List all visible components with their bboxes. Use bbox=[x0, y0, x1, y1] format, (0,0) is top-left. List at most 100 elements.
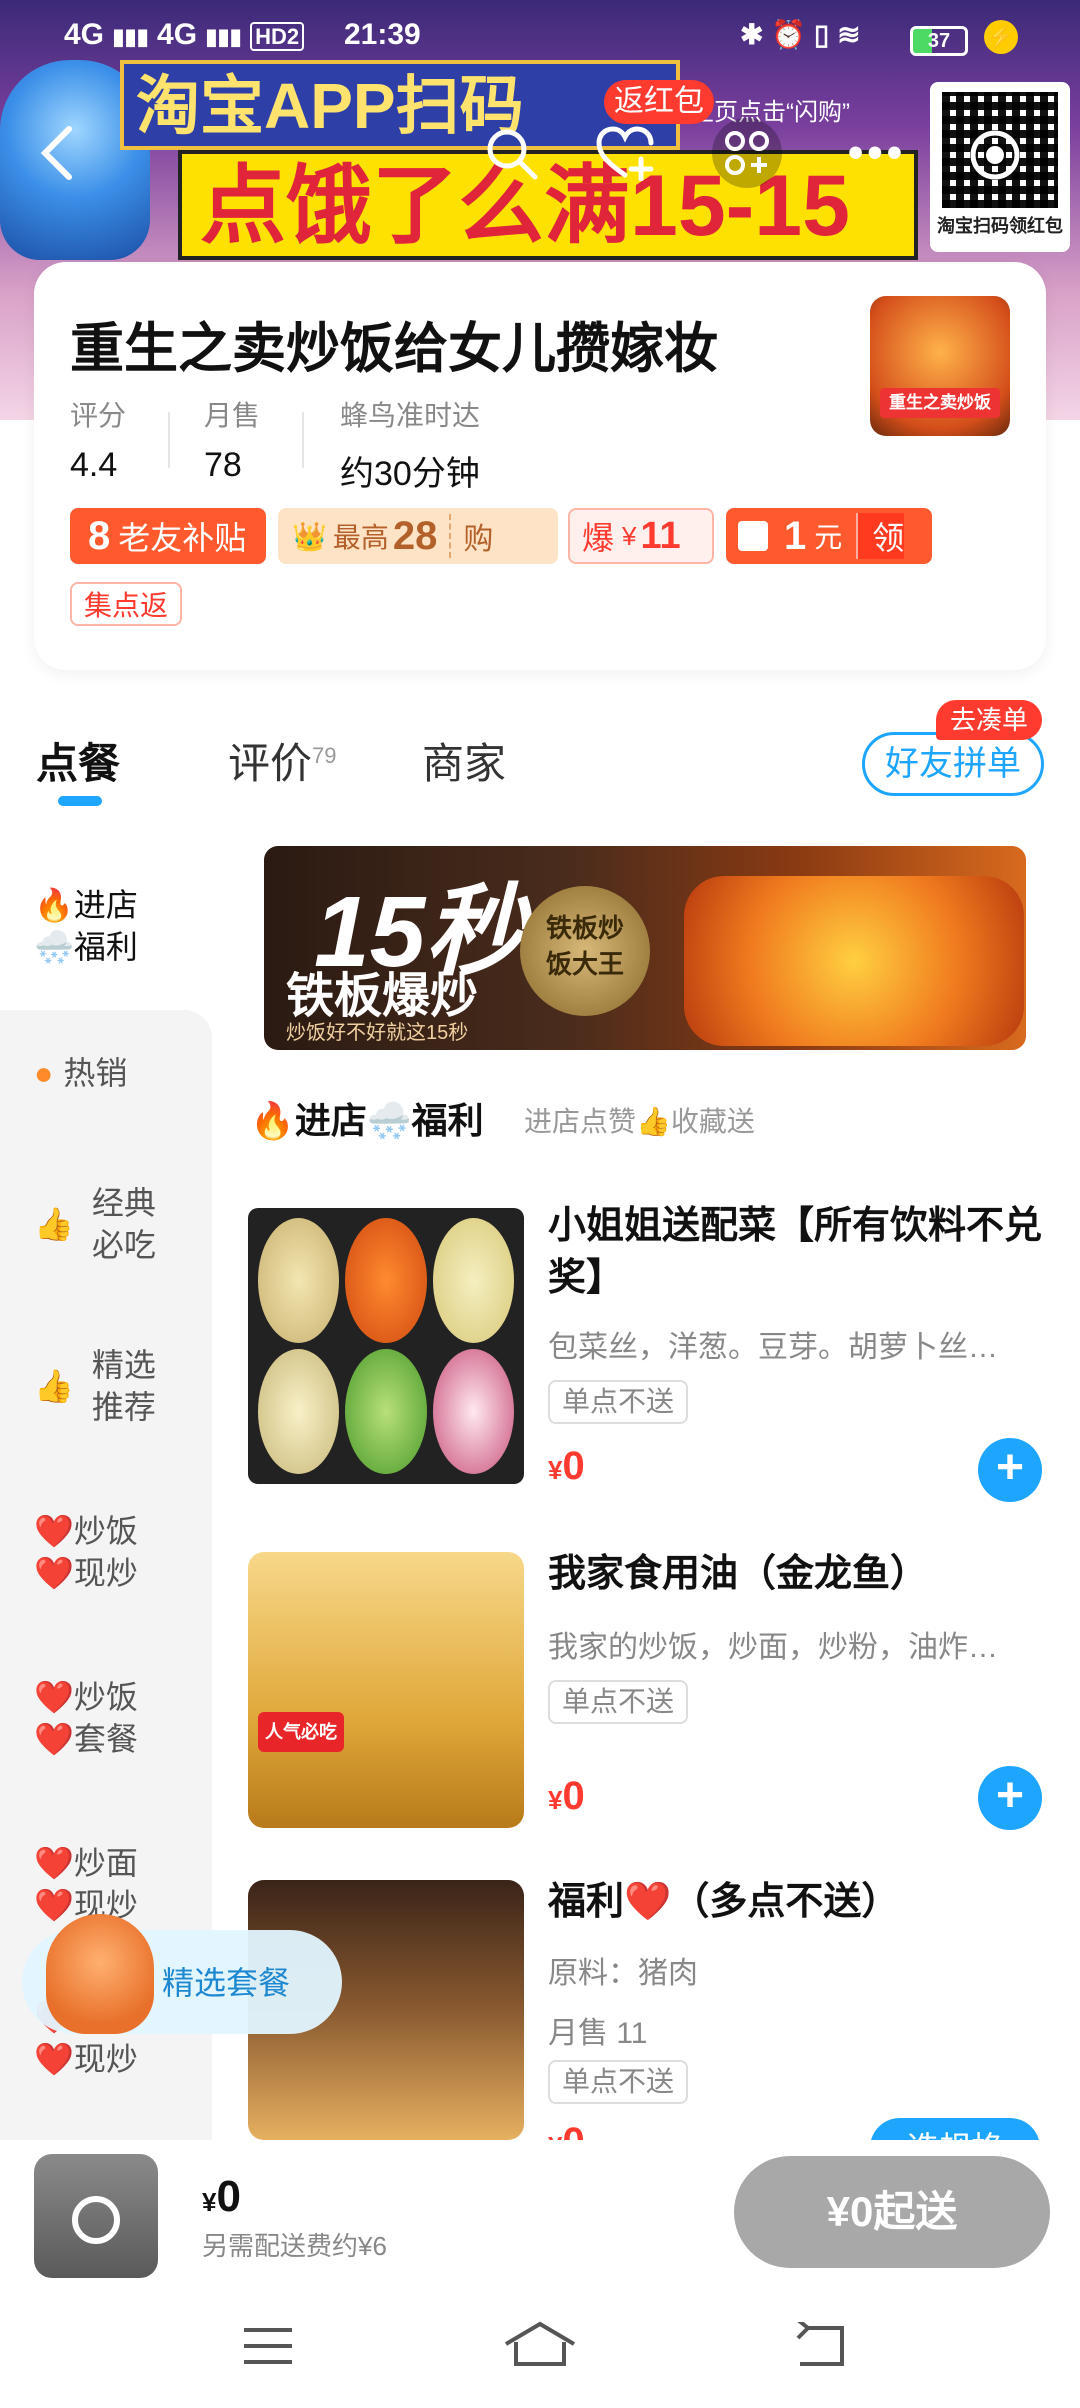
item-badge: 单点不送 bbox=[548, 1680, 689, 1724]
tag-num: 8 bbox=[88, 513, 111, 558]
item-image[interactable]: 人气必吃 bbox=[248, 1552, 524, 1828]
search-button[interactable] bbox=[476, 118, 546, 188]
medal-badge: 铁板炒饭大王 bbox=[520, 886, 650, 1016]
price-value: 0 bbox=[562, 1774, 585, 1818]
tag-prefix: 爆 bbox=[582, 520, 615, 556]
tab-reviews[interactable]: 评价79 bbox=[228, 730, 337, 791]
clock: 21:39 bbox=[344, 18, 421, 51]
tag-points-return[interactable]: 集点返 bbox=[70, 582, 183, 626]
sidebar-item-selected[interactable]: 👍 精选 推荐 bbox=[34, 1344, 156, 1428]
section-title: 🔥进店🌨️福利 bbox=[250, 1100, 484, 1141]
eleme-logo-icon bbox=[72, 2196, 120, 2244]
section-subtitle: 进店点赞👍收藏送 bbox=[524, 1106, 755, 1137]
stat-value: 78 bbox=[204, 446, 242, 484]
item-title[interactable]: 福利❤️（多点不送） bbox=[548, 1876, 1048, 1928]
tag-suffix: 领 bbox=[856, 513, 905, 559]
sidebar-item-label: 精选 推荐 bbox=[91, 1347, 156, 1425]
more-button[interactable]: ••• bbox=[842, 118, 912, 188]
promo-banner[interactable]: 15秒 铁板爆炒 炒饭好不好就这15秒 铁板炒饭大王 bbox=[264, 846, 1026, 1050]
sidebar-item-classic[interactable]: 👍 经典 必吃 bbox=[34, 1182, 156, 1266]
plus-icon: + bbox=[995, 1441, 1025, 1494]
sidebar-item-fried-rice[interactable]: ❤️炒饭 ❤️现炒 bbox=[34, 1510, 138, 1594]
checkout-button[interactable]: ¥0起送 bbox=[734, 2156, 1050, 2268]
stat-value: 4.4 bbox=[70, 446, 118, 484]
sidebar-item-fried-noodles[interactable]: ❤️炒面 ❤️现炒 bbox=[34, 1842, 138, 1926]
tag-text: 老友补贴 bbox=[118, 520, 247, 556]
shop-thumbnail[interactable]: 重生之卖炒饭 bbox=[870, 296, 1010, 436]
item-title[interactable]: 小姐姐送配菜【所有饮料不兑奖】 bbox=[548, 1200, 1048, 1304]
crown-icon: 👑 bbox=[292, 520, 327, 552]
menu-icon bbox=[244, 2328, 292, 2364]
tag-max-discount[interactable]: 👑 最高 28 购 bbox=[278, 508, 558, 564]
add-to-cart-button[interactable]: + bbox=[978, 1766, 1042, 1830]
menu-nav-button[interactable] bbox=[240, 2324, 296, 2372]
item-title[interactable]: 我家食用油（金龙鱼） bbox=[548, 1548, 1048, 1600]
more-icon: ••• bbox=[847, 128, 907, 177]
tab-label: 评价 bbox=[228, 740, 313, 787]
tag-num: 11 bbox=[640, 514, 681, 557]
item-badge: 单点不送 bbox=[548, 2060, 689, 2104]
sidebar-item-hot[interactable]: ● 热销 bbox=[34, 1052, 127, 1094]
network-2: 4G bbox=[157, 18, 198, 51]
network-indicator: 4G ▮▮▮ 4G ▮▮▮ HD2 bbox=[64, 18, 305, 52]
sidebar-item-fried-rice-set[interactable]: ❤️炒饭 ❤️套餐 bbox=[34, 1676, 138, 1760]
tag-coupon[interactable]: 1 元 领 bbox=[726, 508, 932, 564]
currency-symbol: ¥ bbox=[548, 1785, 563, 1815]
friend-order-badge: 去凑单 bbox=[936, 700, 1042, 740]
friend-order-button[interactable]: 好友拼单 bbox=[862, 732, 1044, 796]
select-spec-label: 选规格 bbox=[870, 2118, 1040, 2140]
promo-tagline: 炒饭好不好就这15秒 bbox=[286, 1022, 469, 1044]
item-price: ¥0 bbox=[548, 1444, 585, 1489]
item-image-tag: 人气必吃 bbox=[258, 1712, 344, 1752]
divider bbox=[302, 412, 304, 468]
stat-delivery-time: 蜂鸟准时达 约30分钟 bbox=[340, 394, 480, 495]
return-icon bbox=[796, 2318, 844, 2366]
back-button[interactable] bbox=[22, 118, 92, 188]
item-description: 我家的炒饭，炒面，炒粉，油炸… bbox=[548, 1631, 998, 1664]
sidebar-item-label: 热销 bbox=[63, 1055, 128, 1091]
tag-prefix: 最高 bbox=[332, 522, 389, 553]
item-price: ¥0 bbox=[548, 1774, 585, 1819]
select-spec-button[interactable]: 选规格 bbox=[870, 2118, 1040, 2140]
tab-order[interactable]: 点餐 bbox=[36, 730, 120, 791]
share-group-button[interactable] bbox=[712, 118, 782, 188]
stat-rating: 评分 4.4 bbox=[70, 394, 126, 485]
item-monthly-sales: 月售 11 bbox=[548, 2017, 648, 2050]
sidebar-item-welfare[interactable]: 🔥进店 🌨️福利 bbox=[34, 884, 138, 968]
stat-value: 约30分钟 bbox=[340, 455, 480, 493]
charging-icon: ⚡ bbox=[984, 20, 1018, 54]
system-nav-bar bbox=[0, 2290, 1080, 2408]
back-nav-button[interactable] bbox=[794, 2318, 850, 2374]
featured-combo-button[interactable]: 精选套餐 bbox=[22, 1914, 342, 2034]
chevron-left-icon bbox=[40, 126, 72, 180]
heart-add-icon bbox=[596, 126, 654, 181]
thumbs-up-icon: 👍 bbox=[34, 1206, 74, 1242]
coupon-icon bbox=[738, 521, 768, 551]
home-nav-button[interactable] bbox=[502, 2318, 578, 2374]
tab-merchant[interactable]: 商家 bbox=[422, 730, 506, 791]
fried-rice-image bbox=[684, 876, 1024, 1046]
currency-symbol: ¥ bbox=[548, 2131, 562, 2140]
shop-card: 重生之卖炒饭给女儿攒嫁妆 重生之卖炒饭 评分 4.4 月售 78 蜂鸟准时达 约… bbox=[34, 262, 1046, 670]
tag-friend-subsidy[interactable]: 8 老友补贴 bbox=[70, 508, 266, 564]
shiba-mascot-icon bbox=[46, 1914, 154, 2034]
stat-label: 蜂鸟准时达 bbox=[340, 400, 481, 431]
favorite-button[interactable] bbox=[590, 118, 660, 188]
cart-total: ¥0 bbox=[202, 2172, 241, 2222]
tag-suffix: 购 bbox=[449, 514, 493, 558]
shop-name: 重生之卖炒饭给女儿攒嫁妆 bbox=[70, 319, 718, 379]
tag-num: 1 bbox=[784, 513, 807, 558]
battery-indicator: 37 bbox=[910, 26, 968, 56]
add-to-cart-button[interactable]: + bbox=[978, 1438, 1042, 1502]
item-image[interactable] bbox=[248, 1208, 524, 1484]
camera-button[interactable] bbox=[960, 120, 1030, 190]
currency-symbol: ¥ bbox=[202, 2187, 217, 2217]
system-icons: ✱ ⏰ ▯ ≋ bbox=[740, 19, 861, 50]
tag-hot-price[interactable]: 爆 ¥ 11 bbox=[568, 508, 714, 564]
item-description: 原料：猪肉 bbox=[548, 1957, 698, 1990]
divider bbox=[168, 412, 170, 468]
stat-label: 评分 bbox=[70, 400, 127, 431]
cart-icon[interactable] bbox=[34, 2154, 158, 2278]
hd-badge: HD2 bbox=[250, 22, 305, 51]
shop-thumbnail-label: 重生之卖炒饭 bbox=[880, 388, 1000, 418]
